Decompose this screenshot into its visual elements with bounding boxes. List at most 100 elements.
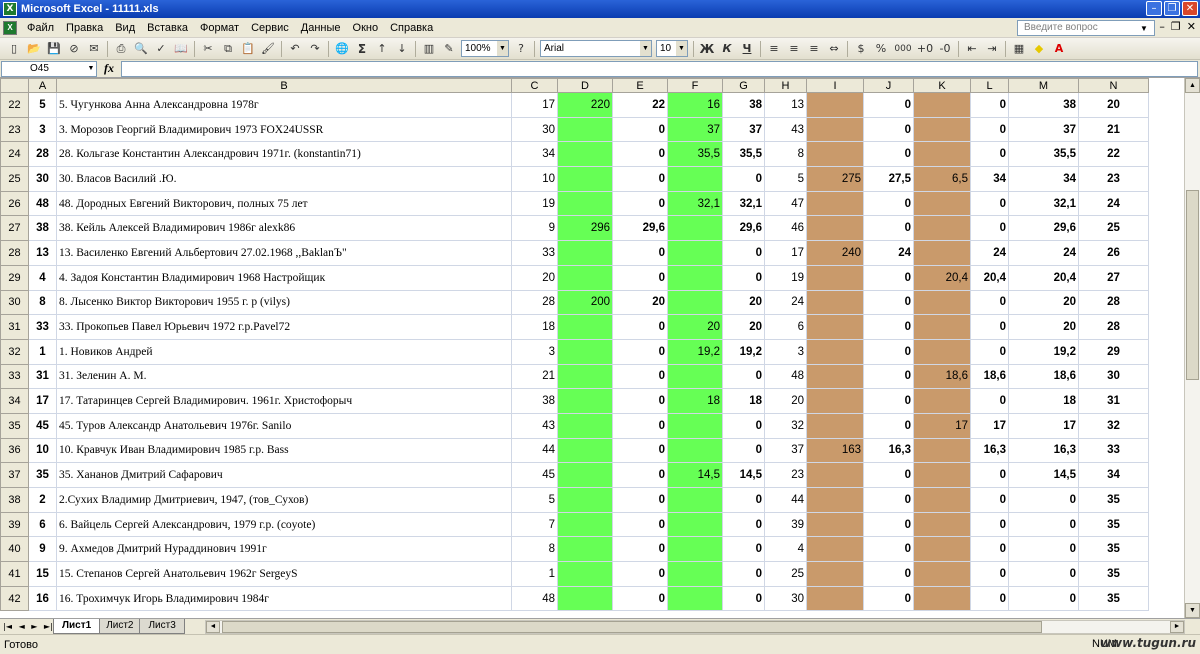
column-header-a[interactable]: A xyxy=(28,78,57,93)
cell-d[interactable] xyxy=(557,561,613,587)
cell-n[interactable]: 28 xyxy=(1078,314,1149,340)
cell-l[interactable]: 0 xyxy=(970,585,1009,612)
excel-app-icon[interactable]: X xyxy=(3,2,17,16)
cell-c[interactable]: 9 xyxy=(511,215,558,242)
cell-d[interactable] xyxy=(557,190,613,217)
cell-c[interactable]: 5 xyxy=(511,487,558,513)
cell-a[interactable]: 38 xyxy=(28,215,57,242)
cell-g[interactable]: 18 xyxy=(722,388,765,414)
cell-d[interactable] xyxy=(557,388,613,414)
vertical-scrollbar[interactable]: ▲ ▼ xyxy=(1184,78,1200,618)
column-header-f[interactable]: F xyxy=(667,78,723,93)
column-header-n[interactable]: N xyxy=(1078,78,1149,93)
cell-k[interactable] xyxy=(913,314,971,340)
cell-c[interactable]: 34 xyxy=(511,141,558,168)
cell-e[interactable]: 0 xyxy=(612,141,668,168)
cell-j[interactable]: 0 xyxy=(863,487,914,513)
cell-m[interactable]: 20 xyxy=(1008,314,1079,340)
italic-button[interactable]: К xyxy=(719,41,735,57)
cell-f[interactable]: 19,2 xyxy=(667,338,723,365)
cell-j[interactable]: 0 xyxy=(863,190,914,217)
cell-e[interactable]: 0 xyxy=(612,338,668,365)
row-header[interactable]: 30 xyxy=(0,289,29,316)
last-sheet-icon[interactable]: ►| xyxy=(44,622,53,631)
cell-l[interactable]: 0 xyxy=(970,289,1009,316)
cell-d[interactable] xyxy=(557,462,613,488)
cell-i[interactable] xyxy=(806,215,864,242)
cell-g[interactable]: 35,5 xyxy=(722,141,765,168)
cell-j[interactable]: 0 xyxy=(863,215,914,242)
chevron-down-icon[interactable]: ▼ xyxy=(1140,24,1148,33)
cell-e[interactable]: 0 xyxy=(612,363,668,390)
thousands-button[interactable]: 000 xyxy=(893,41,913,57)
cell-k[interactable] xyxy=(913,487,971,513)
cell-k[interactable]: 6,5 xyxy=(913,166,971,192)
cell-h[interactable]: 3 xyxy=(764,338,807,365)
horizontal-scroll-thumb[interactable] xyxy=(222,621,1042,633)
cell-l[interactable]: 0 xyxy=(970,536,1009,563)
doc-close-icon[interactable]: ✕ xyxy=(1187,20,1196,33)
cell-a[interactable]: 3 xyxy=(28,116,57,143)
cell-a[interactable]: 28 xyxy=(28,141,57,168)
cell-c[interactable]: 8 xyxy=(511,536,558,563)
cell-i[interactable] xyxy=(806,412,864,439)
column-header-c[interactable]: C xyxy=(511,78,558,93)
tab-sheet3[interactable]: Лист3 xyxy=(139,619,185,634)
cell-e[interactable]: 20 xyxy=(612,289,668,316)
cell-i[interactable] xyxy=(806,116,864,143)
row-header[interactable]: 38 xyxy=(0,487,29,513)
column-header-e[interactable]: E xyxy=(612,78,668,93)
cell-d[interactable] xyxy=(557,585,613,612)
align-left-icon[interactable]: ≡ xyxy=(766,41,782,57)
cell-g[interactable]: 0 xyxy=(722,437,765,464)
cell-d[interactable] xyxy=(557,141,613,168)
format-painter-icon[interactable]: 🖌 xyxy=(260,41,276,57)
cell-g[interactable]: 0 xyxy=(722,240,765,266)
cell-g[interactable]: 20 xyxy=(722,314,765,340)
cell-e[interactable]: 0 xyxy=(612,166,668,192)
increase-indent-icon[interactable]: ⇥ xyxy=(984,41,1000,57)
cell-a[interactable]: 33 xyxy=(28,314,57,340)
close-button[interactable]: ✕ xyxy=(1182,1,1198,16)
cell-b[interactable]: 2.Сухих Владимир Дмитриевич, 1947, (тов_… xyxy=(56,487,512,513)
cell-g[interactable]: 0 xyxy=(722,166,765,192)
row-header[interactable]: 27 xyxy=(0,215,29,242)
cell-j[interactable]: 16,3 xyxy=(863,437,914,464)
cell-k[interactable]: 18,6 xyxy=(913,363,971,390)
cell-a[interactable]: 31 xyxy=(28,363,57,390)
cell-k[interactable] xyxy=(913,116,971,143)
cell-m[interactable]: 18 xyxy=(1008,388,1079,414)
cell-g[interactable]: 0 xyxy=(722,511,765,538)
menu-data[interactable]: Данные xyxy=(295,22,347,34)
cell-j[interactable]: 0 xyxy=(863,92,914,118)
cell-c[interactable]: 1 xyxy=(511,561,558,587)
print-preview-icon[interactable]: 🔍 xyxy=(133,41,149,57)
insert-function-icon[interactable]: fx xyxy=(97,61,121,76)
cell-k[interactable] xyxy=(913,240,971,266)
chart-wizard-icon[interactable]: ▥ xyxy=(421,41,437,57)
column-header-k[interactable]: K xyxy=(913,78,971,93)
cell-h[interactable]: 19 xyxy=(764,264,807,291)
cell-d[interactable] xyxy=(557,511,613,538)
cell-k[interactable] xyxy=(913,561,971,587)
cell-e[interactable]: 29,6 xyxy=(612,215,668,242)
cell-i[interactable] xyxy=(806,487,864,513)
cell-i[interactable] xyxy=(806,141,864,168)
cell-l[interactable]: 17 xyxy=(970,412,1009,439)
cell-i[interactable] xyxy=(806,264,864,291)
cell-a[interactable]: 45 xyxy=(28,412,57,439)
tab-sheet2[interactable]: Лист2 xyxy=(97,619,143,634)
cell-k[interactable] xyxy=(913,388,971,414)
tab-sheet1[interactable]: Лист1 xyxy=(53,619,101,634)
cell-h[interactable]: 4 xyxy=(764,536,807,563)
cell-b[interactable]: 13. Василенко Евгений Альбертович 27.02.… xyxy=(56,240,512,266)
menu-insert[interactable]: Вставка xyxy=(141,22,194,34)
cell-g[interactable]: 0 xyxy=(722,363,765,390)
cell-l[interactable]: 0 xyxy=(970,92,1009,118)
menu-edit[interactable]: Правка xyxy=(60,22,109,34)
cell-d[interactable] xyxy=(557,240,613,266)
cell-k[interactable] xyxy=(913,215,971,242)
cut-icon[interactable]: ✂ xyxy=(200,41,216,57)
paste-icon[interactable]: 📋 xyxy=(240,41,256,57)
cell-f[interactable] xyxy=(667,412,723,439)
